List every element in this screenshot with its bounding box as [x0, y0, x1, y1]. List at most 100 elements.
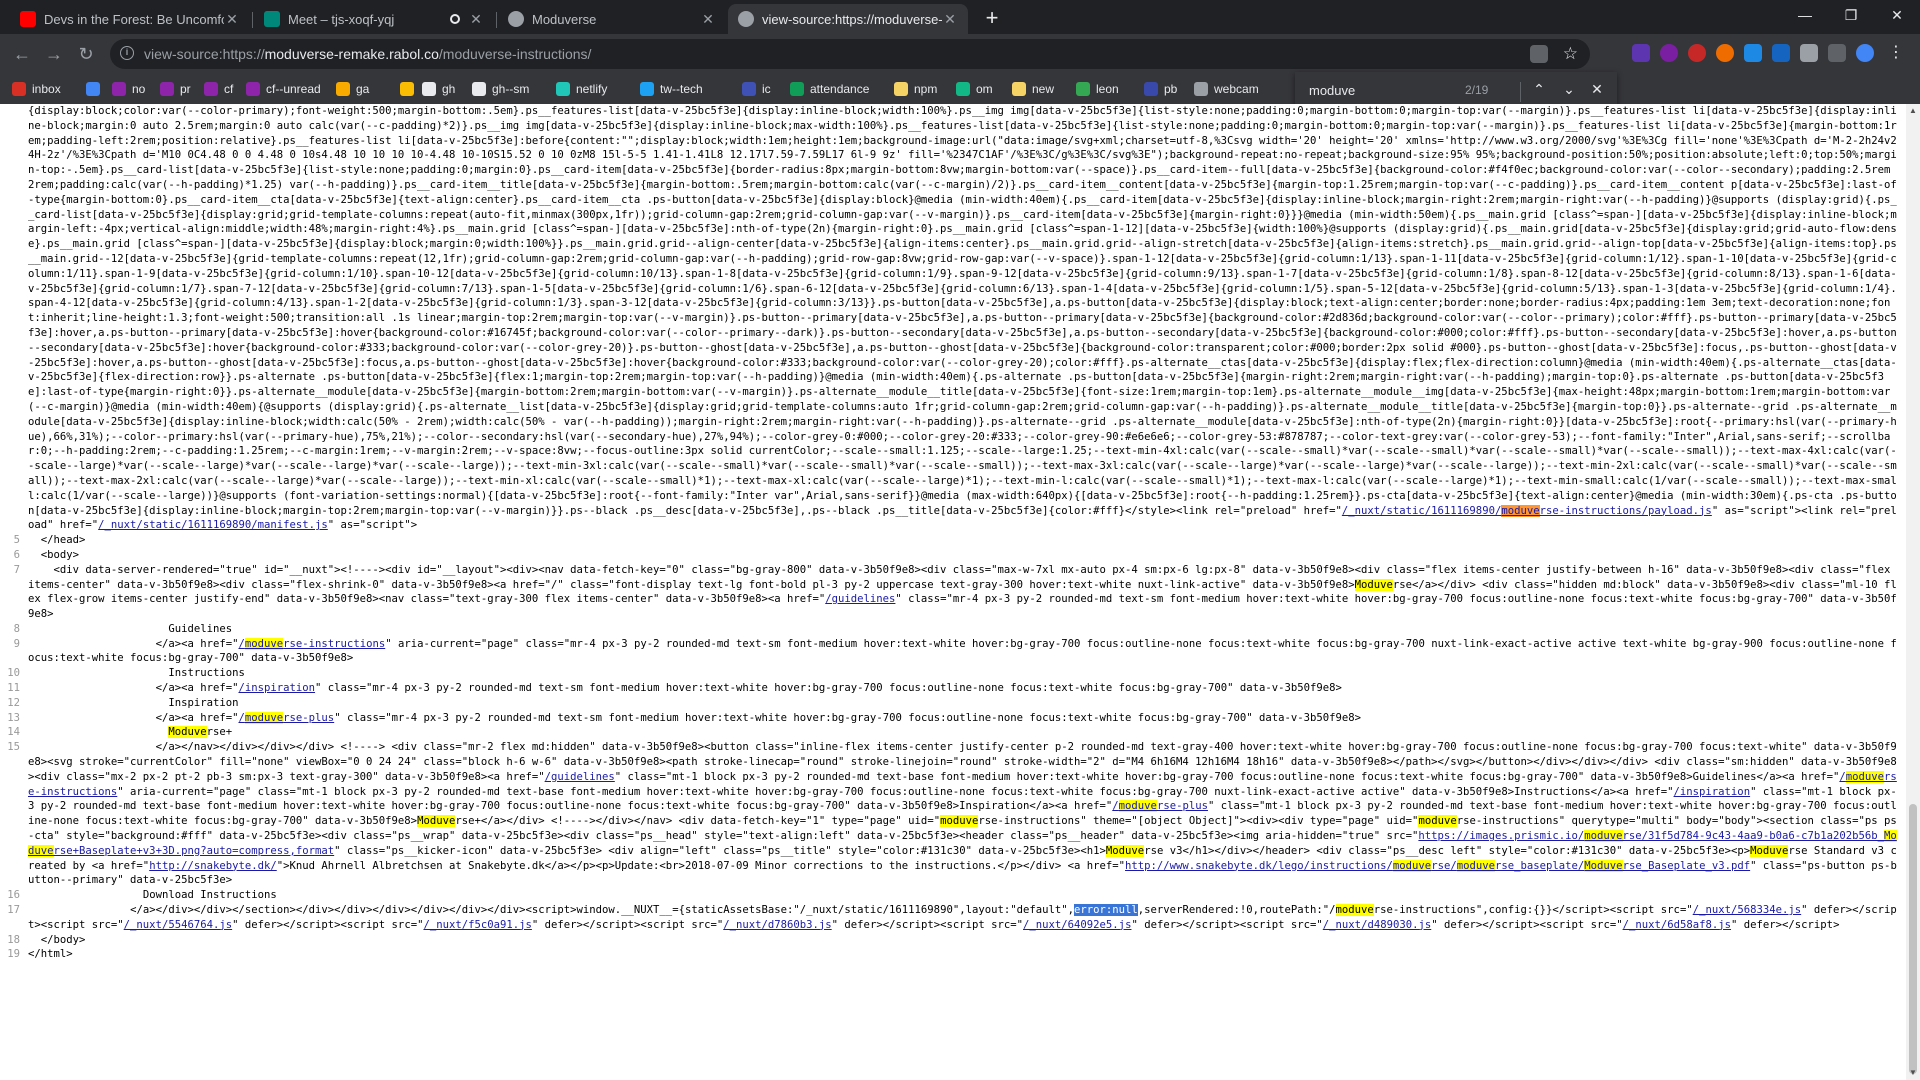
bookmark-icon	[1076, 82, 1090, 96]
bookmark-item[interactable]: ga	[336, 80, 369, 98]
scroll-up-icon[interactable]: ▲	[1906, 104, 1920, 118]
tab-separator	[252, 12, 253, 28]
bookmark-item[interactable]: gh--sm	[472, 80, 529, 98]
bookmark-label: netlify	[576, 82, 608, 96]
bookmark-item[interactable]: cf	[204, 80, 233, 98]
line-number: 19	[7, 948, 20, 961]
star-icon[interactable]: ☆	[1563, 39, 1578, 69]
line-number: 12	[7, 696, 20, 709]
line-code: <body>	[28, 548, 80, 561]
extension-icon[interactable]	[1772, 44, 1790, 62]
find-input[interactable]: moduve	[1309, 83, 1355, 98]
recording-icon	[450, 14, 460, 24]
source-line: 14 Moduverse+	[0, 725, 1906, 740]
extension-icon[interactable]	[1744, 44, 1762, 62]
scrollbar[interactable]: ▲ ▼	[1906, 104, 1920, 1080]
bookmark-item[interactable]: webcam	[1194, 80, 1259, 98]
avatar[interactable]	[1856, 44, 1874, 62]
line-number: 10	[7, 667, 20, 680]
bookmark-item[interactable]: tw--tech	[640, 80, 703, 98]
bookmark-item[interactable]	[400, 80, 420, 98]
bookmark-item[interactable]: gh	[422, 80, 455, 98]
bookmark-item[interactable]: attendance	[790, 80, 869, 98]
bookmark-item[interactable]: leon	[1076, 80, 1119, 98]
close-icon[interactable]: ✕	[224, 11, 240, 28]
bookmark-item[interactable]: cf--unread	[246, 80, 321, 98]
tab-title: Moduverse	[532, 11, 597, 27]
line-code: <div data-server-rendered="true" id="__n…	[28, 563, 1897, 621]
close-icon[interactable]: ✕	[1588, 81, 1606, 98]
bookmark-label: gh	[442, 82, 456, 96]
media-icon[interactable]	[1828, 44, 1846, 62]
tab-youtube[interactable]: Devs in the Forest: Be Uncomfort ✕	[10, 4, 250, 34]
close-icon[interactable]: ✕	[942, 11, 958, 28]
bookmark-item[interactable]: om	[956, 80, 993, 98]
line-number: 16	[7, 889, 20, 902]
bookmark-label: inbox	[32, 82, 61, 96]
tab-moduverse[interactable]: Moduverse ✕	[498, 4, 726, 34]
reload-button[interactable]: ↻	[74, 42, 98, 66]
line-number: 14	[7, 726, 20, 739]
source-line: 12 Inspiration	[0, 696, 1906, 711]
bookmark-label: ic	[762, 82, 771, 96]
bookmark-item[interactable]: npm	[894, 80, 937, 98]
source-line: 9 </a><a href="/moduverse-instructions" …	[0, 637, 1906, 667]
bookmark-label: webcam	[1214, 82, 1259, 96]
bookmark-icon	[422, 82, 436, 96]
forward-button[interactable]: →	[42, 42, 66, 66]
page-action-icon[interactable]	[1530, 45, 1548, 63]
chevron-up-icon[interactable]: ⌃	[1530, 81, 1548, 98]
source-line: 18 </body>	[0, 933, 1906, 948]
minimize-button[interactable]: —	[1782, 0, 1828, 30]
window-close-button[interactable]: ✕	[1874, 0, 1920, 30]
bookmark-label: npm	[914, 82, 938, 96]
bookmark-item[interactable]: pb	[1144, 80, 1177, 98]
source-line: 19 </html>	[0, 947, 1906, 962]
bookmark-icon	[956, 82, 970, 96]
bookmark-label: ga	[356, 82, 370, 96]
divider	[1520, 82, 1521, 102]
extension-icon[interactable]	[1632, 44, 1650, 62]
bookmark-item[interactable]: pr	[160, 80, 191, 98]
line-number	[0, 104, 28, 533]
extension-icon[interactable]	[1716, 44, 1734, 62]
bookmark-icon	[336, 82, 350, 96]
bookmark-icon	[1012, 82, 1026, 96]
bookmark-item[interactable]: new	[1012, 80, 1054, 98]
line-code: </body>	[28, 933, 86, 946]
youtube-icon	[20, 11, 36, 27]
bookmark-icon	[790, 82, 804, 96]
bookmark-item[interactable]	[86, 80, 106, 98]
bookmark-item[interactable]: netlify	[556, 80, 607, 98]
scrollbar-thumb[interactable]	[1909, 804, 1917, 1074]
address-bar[interactable]: i view-source:https://moduverse-remake.r…	[110, 39, 1590, 69]
restore-button[interactable]: ❐	[1828, 0, 1874, 30]
bookmark-label: attendance	[810, 82, 870, 96]
source-line: 8 Guidelines	[0, 622, 1906, 637]
chevron-down-icon[interactable]: ⌄	[1560, 81, 1578, 98]
tab-meet[interactable]: Meet – tjs-xoqf-yqj ✕	[254, 4, 494, 34]
puzzle-icon[interactable]	[1800, 44, 1818, 62]
source-line: 10 Instructions	[0, 666, 1906, 681]
tab-view-source[interactable]: view-source:https://moduverse-r ✕	[728, 4, 968, 34]
bookmark-label: tw--tech	[660, 82, 703, 96]
extension-icon[interactable]	[1660, 44, 1678, 62]
bookmark-item[interactable]: ic	[742, 80, 771, 98]
line-number: 8	[13, 622, 20, 635]
source-line: 13 </a><a href="/moduverse-plus" class="…	[0, 711, 1906, 726]
menu-icon[interactable]: ⋮	[1888, 42, 1904, 62]
bookmark-item[interactable]: no	[112, 80, 145, 98]
source-view[interactable]: {display:block;color:var(--color-primary…	[0, 104, 1906, 1080]
line-number: 6	[13, 548, 20, 561]
scroll-down-icon[interactable]: ▼	[1906, 1066, 1920, 1080]
line-code: </a><a href="/moduverse-instructions" ar…	[28, 637, 1897, 665]
info-icon[interactable]: i	[120, 46, 134, 60]
bookmark-item[interactable]: inbox	[12, 80, 61, 98]
close-icon[interactable]: ✕	[700, 11, 716, 28]
close-icon[interactable]: ✕	[468, 11, 484, 28]
back-button[interactable]: ←	[10, 42, 34, 66]
tab-separator	[496, 12, 497, 28]
new-tab-button[interactable]: +	[978, 4, 1006, 32]
line-number: 18	[7, 933, 20, 946]
extension-icon[interactable]	[1688, 44, 1706, 62]
